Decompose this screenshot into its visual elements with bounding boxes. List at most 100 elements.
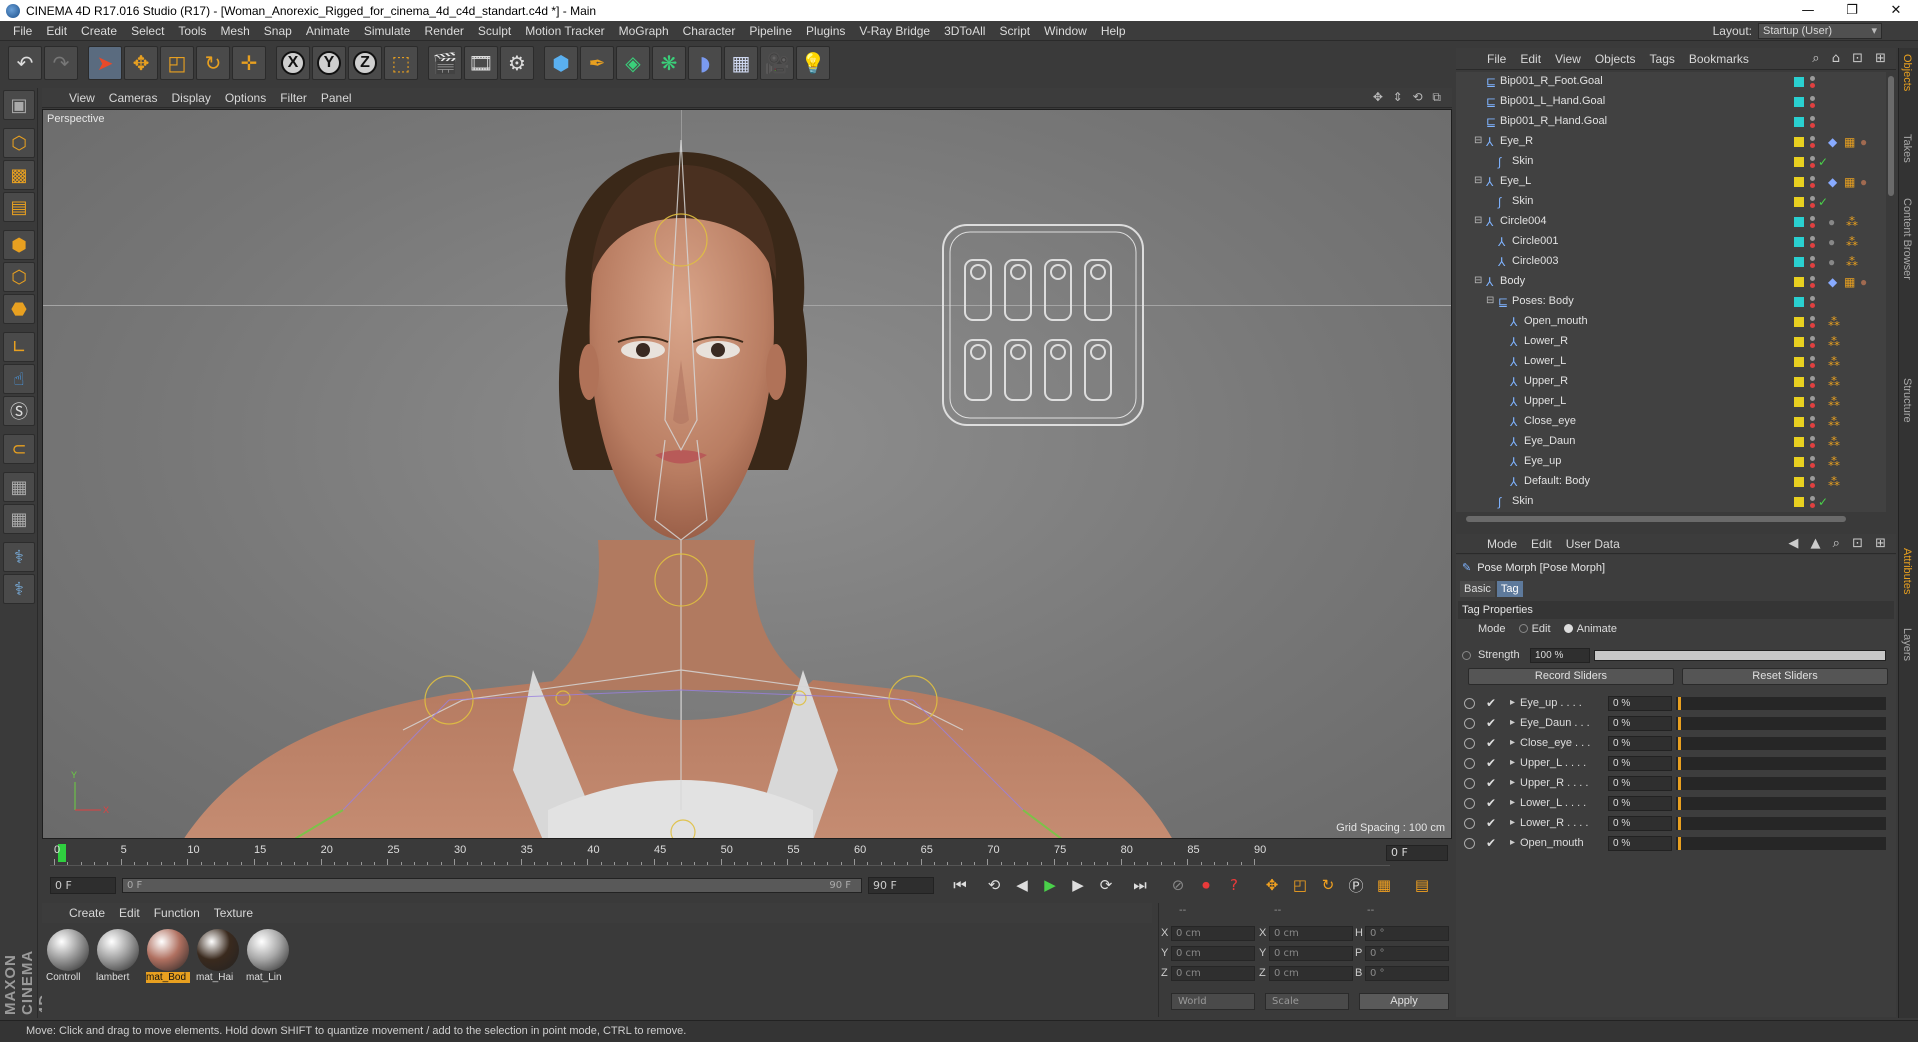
material-tag-icon[interactable]: ◆	[1828, 135, 1837, 149]
object-row[interactable]: ⅄ Upper_R ⁂	[1456, 372, 1884, 392]
expand-toggle-icon[interactable]: ⊟	[1474, 215, 1482, 226]
menu-edit[interactable]: Edit	[39, 24, 74, 38]
tab-tag[interactable]: Tag	[1496, 581, 1523, 597]
scale-tool-icon[interactable]: ◰	[160, 46, 194, 80]
menu-simulate[interactable]: Simulate	[357, 24, 418, 38]
play-forward-icon[interactable]: ▶	[1038, 873, 1062, 897]
rotate-tool-icon[interactable]: ↻	[196, 46, 230, 80]
checkmark-icon[interactable]: ✓	[1818, 495, 1828, 509]
timeline[interactable]: 0 5 10 15 20 25 30 35 40 45 50 55 60 65 70 75 80 85 90 0 F	[42, 842, 1452, 866]
constraint-tag-icon[interactable]: ⁂	[1846, 255, 1858, 269]
slider-mode-icon[interactable]: ▸	[1510, 797, 1515, 808]
slider-mode-icon[interactable]: ▸	[1510, 817, 1515, 828]
menu-v-ray-bridge[interactable]: V-Ray Bridge	[852, 24, 937, 38]
spline-pen-icon[interactable]: ✒	[580, 46, 614, 80]
object-menu-bookmarks[interactable]: Bookmarks	[1682, 52, 1756, 66]
pose-morph-tag-icon[interactable]: ⁂	[1828, 455, 1840, 469]
coordinate-space-dropdown[interactable]: World	[1171, 993, 1255, 1010]
tab-basic[interactable]: Basic	[1460, 581, 1495, 597]
coordinate-value-field[interactable]: 0 °	[1365, 946, 1449, 961]
object-row[interactable]: ∫ Skin ✓	[1456, 192, 1884, 212]
slider-value-field[interactable]: 0 %	[1608, 796, 1672, 811]
menu-render[interactable]: Render	[418, 24, 471, 38]
menu-snap[interactable]: Snap	[257, 24, 299, 38]
slider-enable-checkbox[interactable]: ✔	[1486, 696, 1496, 710]
side-tab-objects[interactable]: Objects	[1901, 54, 1913, 91]
side-tab-structure[interactable]: Structure	[1901, 378, 1913, 423]
y-axis-lock-icon[interactable]: Y	[312, 46, 346, 80]
checkmark-icon[interactable]: ✓	[1818, 195, 1828, 209]
move-tool-icon[interactable]: ✥	[124, 46, 158, 80]
preview-range-slider[interactable]: 0 F 90 F	[122, 877, 862, 893]
viewport-menu-filter[interactable]: Filter	[273, 91, 314, 105]
slider-bar[interactable]	[1676, 817, 1886, 830]
material-swatch[interactable]: mat_Bod	[146, 928, 190, 988]
material-menu-create[interactable]: Create	[62, 906, 112, 920]
coordinate-system-icon[interactable]: ⬚	[384, 46, 418, 80]
x-axis-lock-icon[interactable]: X	[276, 46, 310, 80]
previous-frame-icon[interactable]: ◀	[1010, 873, 1034, 897]
slider-enable-checkbox[interactable]: ✔	[1486, 796, 1496, 810]
coordinate-value-field[interactable]: 0 °	[1365, 926, 1449, 941]
slider-enable-checkbox[interactable]: ✔	[1486, 776, 1496, 790]
slider-value-field[interactable]: 0 %	[1608, 776, 1672, 791]
strength-slider[interactable]	[1594, 650, 1886, 661]
object-row[interactable]: ⊑ Bip001_R_Foot.Goal	[1456, 72, 1884, 92]
object-row[interactable]: ⅄ Circle003 ● ⁂	[1456, 252, 1884, 272]
side-tab-layers[interactable]: Layers	[1901, 628, 1913, 661]
slider-enable-checkbox[interactable]: ✔	[1486, 816, 1496, 830]
redo-icon[interactable]: ↷	[44, 46, 78, 80]
menu-motion-tracker[interactable]: Motion Tracker	[518, 24, 611, 38]
layer-color-swatch[interactable]	[1794, 177, 1804, 187]
texture-mode-icon[interactable]: ▩	[3, 160, 35, 190]
layer-color-swatch[interactable]	[1794, 237, 1804, 247]
object-row[interactable]: ∫ Skin ✓	[1456, 492, 1884, 512]
live-selection-icon[interactable]: ➤	[88, 46, 122, 80]
layer-color-swatch[interactable]	[1794, 377, 1804, 387]
mode-animate-radio[interactable]	[1563, 624, 1573, 633]
layer-color-swatch[interactable]	[1794, 297, 1804, 307]
object-menu-view[interactable]: View	[1548, 52, 1588, 66]
camera-icon[interactable]: 🎥	[760, 46, 794, 80]
slider-mode-icon[interactable]: ▸	[1510, 837, 1515, 848]
expand-toggle-icon[interactable]: ⊟	[1474, 275, 1482, 286]
menu-animate[interactable]: Animate	[299, 24, 357, 38]
layer-color-swatch[interactable]	[1794, 277, 1804, 287]
pose-morph-tag-icon[interactable]: ⁂	[1828, 315, 1840, 329]
attribute-menu-user-data[interactable]: User Data	[1559, 537, 1627, 551]
object-menu-tags[interactable]: Tags	[1643, 52, 1682, 66]
object-manager-hscroll[interactable]	[1460, 514, 1880, 524]
object-manager-list[interactable]: ⊑ Bip001_R_Foot.Goal ⊑ Bip001_L_Hand.Goal ⊑ B…	[1456, 72, 1896, 512]
viewport-menu-panel[interactable]: Panel	[314, 91, 359, 105]
viewport-nav-icons[interactable]: ✥ ⇕ ⟲ ⧉	[1373, 90, 1444, 105]
slider-animate-icon[interactable]	[1464, 798, 1475, 809]
slider-mode-icon[interactable]: ▸	[1510, 697, 1515, 708]
layer-color-swatch[interactable]	[1794, 137, 1804, 147]
side-tab-takes[interactable]: Takes	[1901, 134, 1913, 163]
slider-animate-icon[interactable]	[1464, 698, 1475, 709]
expand-toggle-icon[interactable]: ⊟	[1474, 175, 1482, 186]
layer-color-swatch[interactable]	[1794, 457, 1804, 467]
texture-tag-icon[interactable]: ▦	[1844, 135, 1855, 149]
coordinate-value-field[interactable]: 0 cm	[1171, 926, 1255, 941]
coordinate-value-field[interactable]: 0 cm	[1171, 946, 1255, 961]
slider-bar[interactable]	[1676, 837, 1886, 850]
object-manager-vscroll[interactable]	[1886, 72, 1896, 512]
layout-dropdown[interactable]: Startup (User)	[1758, 23, 1882, 39]
slider-animate-icon[interactable]	[1464, 758, 1475, 769]
visibility-dots-icon[interactable]	[1810, 155, 1816, 169]
slider-mode-icon[interactable]: ▸	[1510, 777, 1515, 788]
visibility-dots-icon[interactable]	[1810, 475, 1816, 489]
minimize-button[interactable]: —	[1786, 0, 1830, 21]
phong-tag-icon[interactable]: ●	[1828, 215, 1835, 229]
close-button[interactable]: ✕	[1874, 0, 1918, 21]
menu-3dtoall[interactable]: 3DToAll	[937, 24, 992, 38]
slider-mode-icon[interactable]: ▸	[1510, 737, 1515, 748]
axis-mode-icon[interactable]: ∟	[3, 332, 35, 362]
strength-animate-icon[interactable]	[1462, 651, 1471, 660]
key-point-level-icon[interactable]: ▦	[1372, 873, 1396, 897]
layer-color-swatch[interactable]	[1794, 77, 1804, 87]
layer-color-swatch[interactable]	[1794, 497, 1804, 507]
material-menu-edit[interactable]: Edit	[112, 906, 147, 920]
object-menu-objects[interactable]: Objects	[1588, 52, 1643, 66]
